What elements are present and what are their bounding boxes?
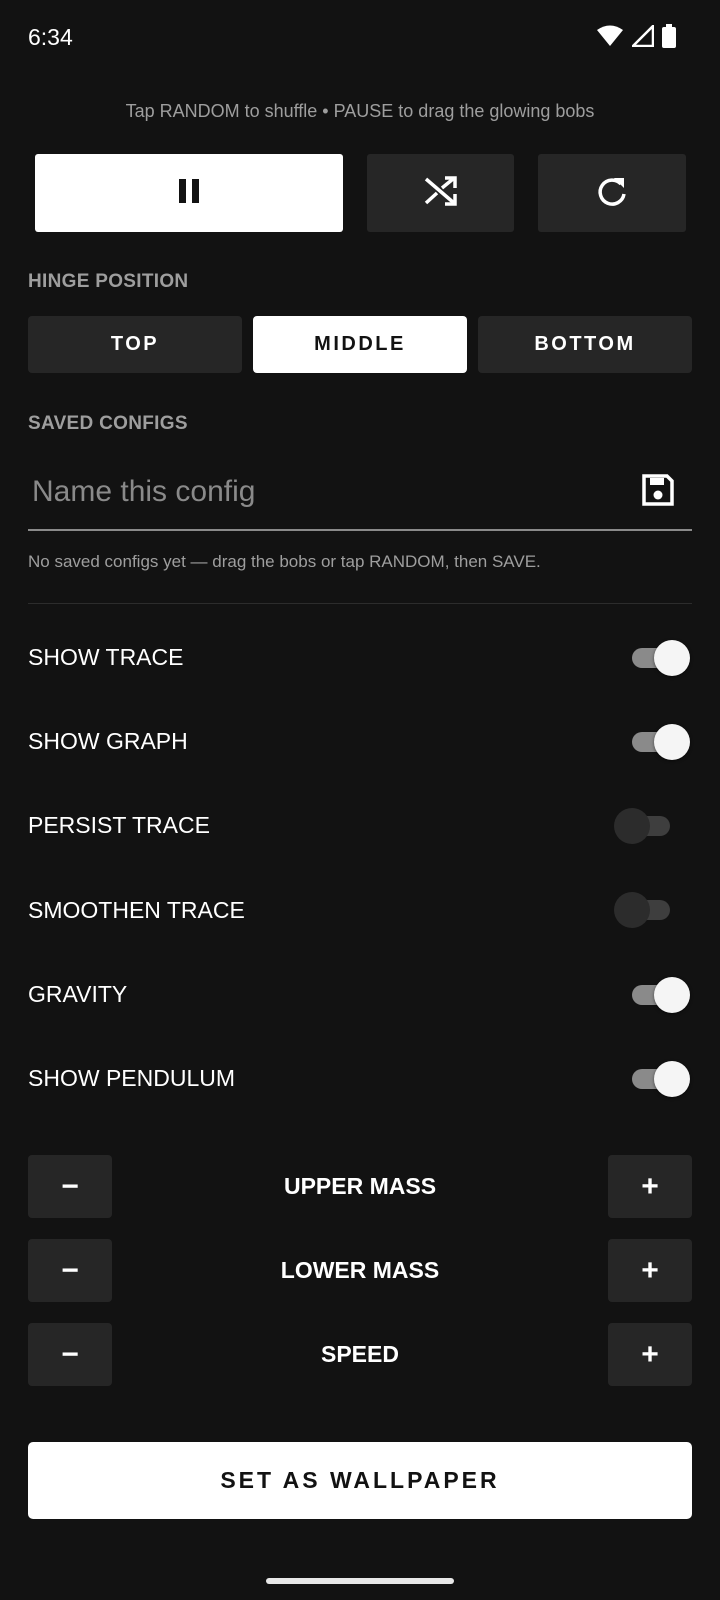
hinge-option-top[interactable]: TOP [28, 316, 242, 373]
saved-configs-label: SAVED CONFIGS [28, 413, 188, 434]
signal-icon [629, 22, 655, 52]
toggle-gravity[interactable] [628, 977, 690, 1013]
toggle-label-gravity: GRAVITY [28, 981, 128, 1007]
toggle-label-persist-trace: PERSIST TRACE [28, 812, 210, 838]
toggle-label-show-pendulum: SHOW PENDULUM [28, 1065, 236, 1091]
toggle-thumb [654, 1061, 690, 1097]
config-name-input[interactable] [28, 462, 636, 522]
speed-increase-button[interactable]: + [608, 1323, 692, 1386]
toggle-thumb [654, 724, 690, 760]
hinge-option-middle[interactable]: MIDDLE [253, 316, 467, 373]
save-icon [641, 473, 675, 512]
home-indicator[interactable] [266, 1578, 454, 1584]
pause-icon [177, 178, 201, 209]
toggle-thumb [654, 640, 690, 676]
toggle-thumb [654, 977, 690, 1013]
refresh-icon [596, 174, 628, 213]
toggle-label-smoothen-trace: SMOOTHEN TRACE [28, 897, 245, 923]
status-icons [596, 22, 676, 53]
lower-mass-increase-button[interactable]: + [608, 1239, 692, 1302]
toggle-show-pendulum[interactable] [628, 1061, 690, 1097]
toggle-show-trace[interactable] [628, 640, 690, 676]
toggle-persist-trace[interactable] [614, 808, 672, 844]
toggle-label-show-trace: SHOW TRACE [28, 644, 184, 670]
upper-mass-increase-button[interactable]: + [608, 1155, 692, 1218]
reset-button[interactable] [538, 154, 686, 232]
hinge-option-bottom[interactable]: BOTTOM [478, 316, 692, 373]
toggle-label-show-graph: SHOW GRAPH [28, 728, 188, 754]
hinge-position-label: HINGE POSITION [28, 271, 189, 292]
config-input-underline [28, 529, 692, 531]
hint-text: Tap RANDOM to shuffle • PAUSE to drag th… [125, 101, 595, 121]
toggle-smoothen-trace[interactable] [614, 892, 672, 928]
section-divider [28, 603, 692, 604]
toggle-thumb [614, 808, 650, 844]
random-button[interactable] [367, 154, 514, 232]
pause-button[interactable] [35, 154, 343, 232]
wifi-icon [596, 25, 624, 52]
empty-configs-message: No saved configs yet — drag the bobs or … [28, 552, 541, 571]
battery-icon [662, 24, 676, 53]
toggle-show-graph[interactable] [628, 724, 690, 760]
toggle-thumb [614, 892, 650, 928]
save-config-button[interactable] [632, 466, 684, 518]
shuffle-icon [424, 175, 458, 211]
status-time: 6:34 [28, 24, 73, 50]
set-wallpaper-button[interactable]: SET AS WALLPAPER [28, 1442, 692, 1519]
